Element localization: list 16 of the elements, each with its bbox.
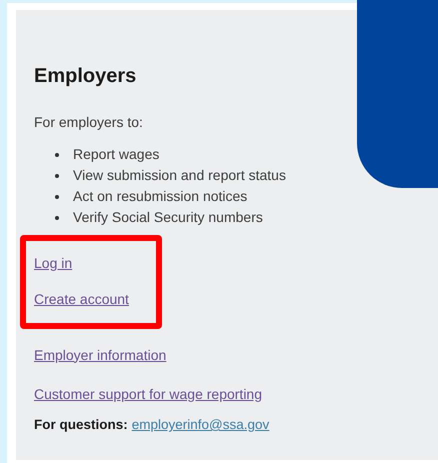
bullet-text: View submission and report status [73,166,286,185]
bullet-icon [55,174,59,178]
link[interactable]: Employer information [34,346,166,362]
bullet-icon [55,152,59,156]
link[interactable]: Customer support for wage reporting [34,386,262,402]
bullet-icon [55,194,59,198]
link[interactable]: Create account [34,290,129,306]
link[interactable]: Log in [34,254,72,270]
intro-text: For employers to: [34,114,144,130]
questions-label: For questions: [34,417,128,432]
bullet-text: Verify Social Security numbers [73,208,263,227]
bullet-text: Report wages [73,145,160,164]
bullet-icon [55,216,59,220]
bullet-text: Act on resubmission notices [73,187,248,206]
email-link[interactable]: employerinfo@ssa.gov [132,417,270,432]
section-title: Employers [34,65,138,88]
